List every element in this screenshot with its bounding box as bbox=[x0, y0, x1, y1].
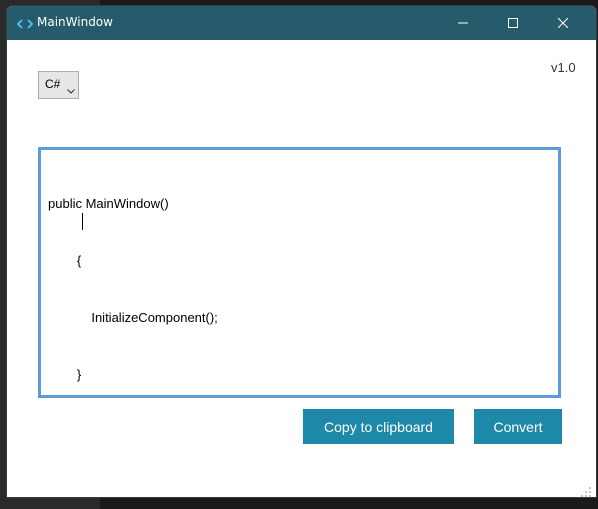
window-title: MainWindow bbox=[37, 15, 113, 29]
code-editor[interactable]: public MainWindow() { InitializeComponen… bbox=[38, 147, 561, 398]
language-select[interactable]: C# bbox=[38, 71, 79, 99]
code-brackets-icon bbox=[16, 16, 34, 30]
chevron-down-icon bbox=[67, 83, 75, 97]
text-caret bbox=[82, 213, 83, 230]
code-line: InitializeComponent(); bbox=[48, 310, 218, 325]
code-line: public MainWindow() bbox=[48, 196, 169, 211]
minimize-icon bbox=[458, 18, 468, 28]
title-bar[interactable]: MainWindow bbox=[7, 6, 596, 40]
minimize-button[interactable] bbox=[440, 6, 486, 40]
maximize-button[interactable] bbox=[490, 6, 536, 40]
copy-to-clipboard-button[interactable]: Copy to clipboard bbox=[303, 409, 454, 444]
close-button[interactable] bbox=[540, 6, 586, 40]
code-line: { bbox=[48, 253, 82, 268]
version-label: v1.0 bbox=[551, 60, 576, 75]
maximize-icon bbox=[508, 18, 518, 28]
language-select-value: C# bbox=[45, 77, 61, 91]
main-window: MainWindow C# v1.0 public MainWindow() {… bbox=[7, 6, 596, 497]
code-text: public MainWindow() { InitializeComponen… bbox=[48, 156, 218, 422]
close-icon bbox=[558, 18, 568, 28]
resize-grip-icon[interactable] bbox=[580, 483, 592, 497]
convert-button[interactable]: Convert bbox=[474, 409, 562, 444]
code-line: } bbox=[48, 367, 82, 382]
window-content: C# v1.0 public MainWindow() { Initialize… bbox=[7, 40, 596, 497]
